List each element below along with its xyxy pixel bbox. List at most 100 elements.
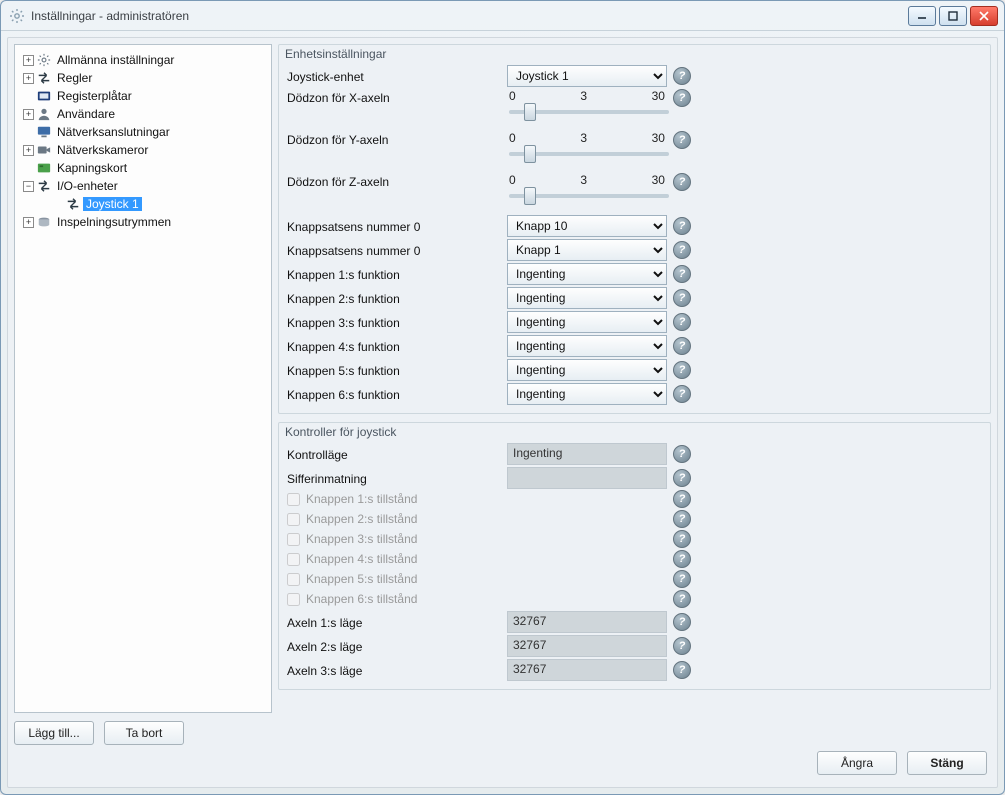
axis-position-value: 32767 [507, 611, 667, 633]
axis-position-label: Axeln 2:s läge [287, 638, 507, 654]
button-function-select[interactable]: Ingenting [507, 383, 667, 405]
tree-item-label: Kapningskort [54, 161, 130, 175]
help-icon[interactable]: ? [673, 445, 691, 463]
help-icon[interactable]: ? [673, 289, 691, 307]
tick-mid: 3 [580, 89, 587, 103]
add-button[interactable]: Lägg till... [14, 721, 94, 745]
keypad-number-select[interactable]: Knapp 1 [507, 239, 667, 261]
help-icon[interactable]: ? [673, 217, 691, 235]
help-icon[interactable]: ? [673, 173, 691, 191]
close-button[interactable] [970, 6, 998, 26]
tree-item-label: Inspelningsutrymmen [54, 215, 174, 229]
tick-min: 0 [509, 89, 516, 103]
camera-icon [36, 143, 52, 157]
tree-item[interactable]: − I/O-enheter [19, 177, 267, 195]
maximize-button[interactable] [939, 6, 967, 26]
help-icon[interactable]: ? [673, 590, 691, 608]
tree-item[interactable]: + Nätverkskameror [19, 141, 267, 159]
help-icon[interactable]: ? [673, 530, 691, 548]
expander-icon[interactable]: + [23, 73, 34, 84]
tree-item-label: I/O-enheter [54, 179, 121, 193]
help-icon[interactable]: ? [673, 89, 691, 107]
button-state-label: Knappen 6:s tillstånd [306, 592, 417, 606]
numeric-input-label: Sifferinmatning [287, 470, 507, 486]
tick-mid: 3 [580, 131, 587, 145]
button-state-checkbox [287, 593, 300, 606]
expander-icon[interactable]: + [23, 55, 34, 66]
close-dialog-button[interactable]: Stäng [907, 751, 987, 775]
numeric-input-value [507, 467, 667, 489]
joystick-device-label: Joystick-enhet [287, 68, 507, 84]
undo-button[interactable]: Ångra [817, 751, 897, 775]
axis-position-value: 32767 [507, 659, 667, 681]
tick-min: 0 [509, 173, 516, 187]
card-icon [36, 161, 52, 175]
window-title: Inställningar - administratören [31, 9, 908, 23]
button-state-label: Knappen 5:s tillstånd [306, 572, 417, 586]
expander-icon[interactable]: + [23, 109, 34, 120]
expander-icon[interactable]: − [23, 181, 34, 192]
expander-spacer [23, 127, 34, 138]
arrows-icon [65, 197, 81, 211]
tree-item-label: Nätverksanslutningar [54, 125, 173, 139]
help-icon[interactable]: ? [673, 67, 691, 85]
help-icon[interactable]: ? [673, 613, 691, 631]
axis-position-label: Axeln 3:s läge [287, 662, 507, 678]
expander-spacer [23, 91, 34, 102]
help-icon[interactable]: ? [673, 361, 691, 379]
expander-icon[interactable]: + [23, 217, 34, 228]
deadzone-slider[interactable] [509, 110, 669, 114]
tree-item[interactable]: Nätverksanslutningar [19, 123, 267, 141]
minimize-button[interactable] [908, 6, 936, 26]
button-function-select[interactable]: Ingenting [507, 287, 667, 309]
tree-item[interactable]: + Inspelningsutrymmen [19, 213, 267, 231]
help-icon[interactable]: ? [673, 661, 691, 679]
button-function-select[interactable]: Ingenting [507, 311, 667, 333]
help-icon[interactable]: ? [673, 469, 691, 487]
help-icon[interactable]: ? [673, 313, 691, 331]
button-function-label: Knappen 5:s funktion [287, 362, 507, 378]
button-function-select[interactable]: Ingenting [507, 263, 667, 285]
tree-item[interactable]: +Regler [19, 69, 267, 87]
help-icon[interactable]: ? [673, 385, 691, 403]
button-function-select[interactable]: Ingenting [507, 335, 667, 357]
help-icon[interactable]: ? [673, 131, 691, 149]
tree-item[interactable]: Kapningskort [19, 159, 267, 177]
button-state-checkbox [287, 573, 300, 586]
tree-item-label: Användare [54, 107, 118, 121]
settings-tree[interactable]: +Allmänna inställningar+Regler Registerpl… [14, 44, 272, 713]
help-icon[interactable]: ? [673, 490, 691, 508]
help-icon[interactable]: ? [673, 637, 691, 655]
tick-min: 0 [509, 131, 516, 145]
deadzone-slider[interactable] [509, 194, 669, 198]
help-icon[interactable]: ? [673, 337, 691, 355]
button-state-checkbox [287, 553, 300, 566]
joystick-device-select[interactable]: Joystick 1 [507, 65, 667, 87]
joystick-controls-group: Kontroller för joystick Kontrolläge Inge… [278, 422, 991, 690]
help-icon[interactable]: ? [673, 241, 691, 259]
device-settings-group: Enhetsinställningar Joystick-enhet Joyst… [278, 44, 991, 414]
tree-item[interactable]: + Användare [19, 105, 267, 123]
app-gear-icon [9, 8, 25, 24]
control-mode-value: Ingenting [507, 443, 667, 465]
keypad-number-select[interactable]: Knapp 10 [507, 215, 667, 237]
button-function-label: Knappen 2:s funktion [287, 290, 507, 306]
tree-item[interactable]: Joystick 1 [35, 195, 267, 213]
help-icon[interactable]: ? [673, 570, 691, 588]
titlebar: Inställningar - administratören [1, 1, 1004, 31]
group-title: Kontroller för joystick [285, 425, 980, 439]
deadzone-slider[interactable] [509, 152, 669, 156]
help-icon[interactable]: ? [673, 550, 691, 568]
tree-item[interactable]: Registerplåtar [19, 87, 267, 105]
tree-item-label: Registerplåtar [54, 89, 135, 103]
expander-icon[interactable]: + [23, 145, 34, 156]
tree-item-label: Nätverkskameror [54, 143, 151, 157]
button-function-label: Knappen 6:s funktion [287, 386, 507, 402]
help-icon[interactable]: ? [673, 265, 691, 283]
remove-button[interactable]: Ta bort [104, 721, 184, 745]
tree-item[interactable]: +Allmänna inställningar [19, 51, 267, 69]
tick-max: 30 [652, 89, 665, 103]
help-icon[interactable]: ? [673, 510, 691, 528]
button-function-label: Knappen 3:s funktion [287, 314, 507, 330]
button-function-select[interactable]: Ingenting [507, 359, 667, 381]
